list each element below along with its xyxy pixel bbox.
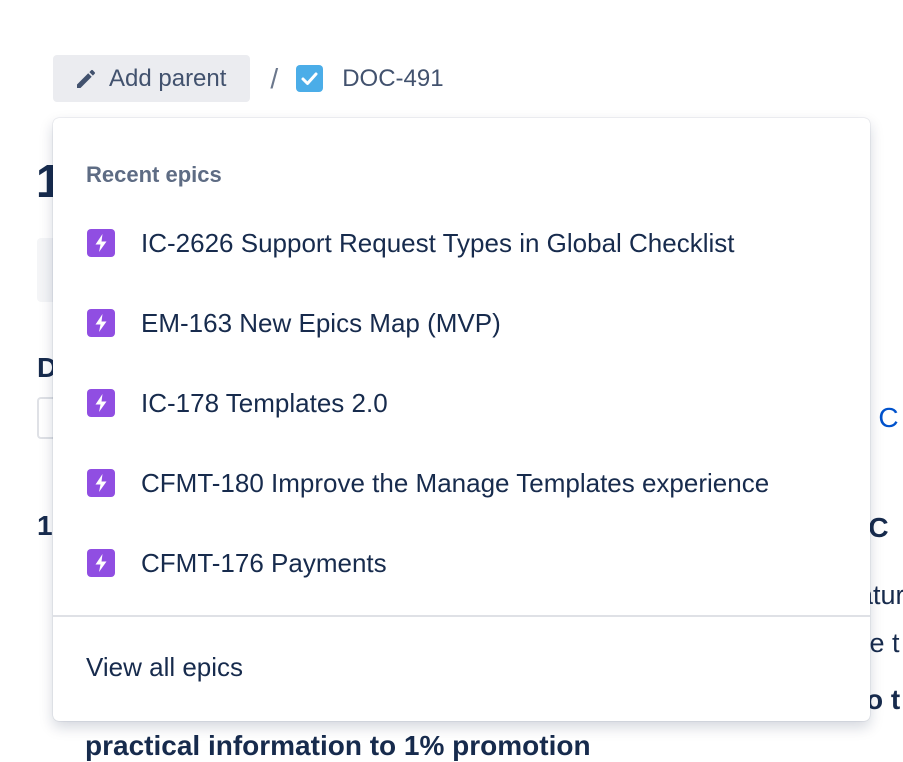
- content-bold-fragment: o t: [866, 684, 901, 715]
- epic-option-label: EM-163 New Epics Map (MVP): [141, 307, 501, 338]
- epic-option[interactable]: CFMT-176 Payments: [53, 523, 870, 603]
- epic-lightning-icon: [87, 549, 115, 577]
- epic-option-label: IC-2626 Support Request Types in Global …: [141, 227, 735, 258]
- issue-key-link[interactable]: DOC-491: [342, 65, 443, 93]
- epic-option[interactable]: IC-2626 Support Request Types in Global …: [53, 203, 870, 283]
- add-parent-button[interactable]: Add parent: [53, 55, 251, 102]
- epic-lightning-icon: [87, 229, 115, 257]
- epic-option[interactable]: IC-178 Templates 2.0: [53, 363, 870, 443]
- epic-lightning-icon: [87, 389, 115, 417]
- view-all-epics-link[interactable]: View all epics: [86, 652, 243, 683]
- epic-lightning-icon: [87, 309, 115, 337]
- epic-option[interactable]: CFMT-180 Improve the Manage Templates ex…: [53, 443, 870, 523]
- content-bottom-line: practical information to 1% promotion: [85, 730, 591, 761]
- epic-option-label: CFMT-180 Improve the Manage Templates ex…: [141, 467, 770, 498]
- epic-option-label: CFMT-176 Payments: [141, 547, 387, 578]
- epic-lightning-icon: [87, 469, 115, 497]
- epic-list: IC-2626 Support Request Types in Global …: [53, 203, 870, 603]
- parent-epic-dropdown: Recent epics IC-2626 Support Request Typ…: [53, 118, 870, 721]
- epic-option[interactable]: EM-163 New Epics Map (MVP): [53, 283, 870, 363]
- task-checkbox-icon: [296, 65, 324, 92]
- add-parent-label: Add parent: [109, 64, 227, 92]
- dropdown-divider: [53, 615, 870, 617]
- content-heading-fragment: 1: [37, 510, 53, 541]
- breadcrumb-separator: /: [270, 62, 279, 94]
- epic-option-label: IC-178 Templates 2.0: [141, 387, 388, 418]
- recent-epics-heading: Recent epics: [86, 162, 222, 187]
- pencil-icon: [73, 67, 97, 91]
- breadcrumb: Add parent / DOC-491: [53, 55, 444, 102]
